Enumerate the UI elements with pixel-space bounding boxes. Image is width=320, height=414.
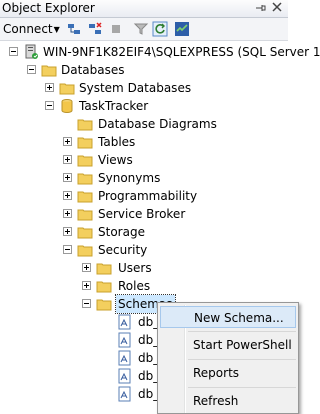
chevron-down-icon: ▼ xyxy=(53,25,60,34)
folder-icon xyxy=(77,206,93,222)
folder-icon xyxy=(77,188,93,204)
stop-icon[interactable] xyxy=(108,21,124,37)
expand-icon[interactable] xyxy=(63,209,72,218)
collapse-icon[interactable] xyxy=(82,299,91,308)
server-icon xyxy=(23,44,39,60)
tree-node-views[interactable]: Views xyxy=(0,151,288,169)
schema-icon xyxy=(117,368,133,384)
menu-separator xyxy=(188,359,296,360)
connect-dropdown-button[interactable]: Connect▼ xyxy=(3,22,60,36)
tree-node-schema[interactable]: db_ xyxy=(0,385,160,403)
menu-item-reports[interactable]: Reports xyxy=(160,362,296,384)
close-icon[interactable] xyxy=(270,2,284,14)
collapse-icon[interactable] xyxy=(27,65,36,74)
folder-icon xyxy=(77,134,93,150)
expand-icon[interactable] xyxy=(82,281,91,290)
folder-icon xyxy=(77,242,93,258)
tree-node-synonyms[interactable]: Synonyms xyxy=(0,169,288,187)
expand-icon[interactable] xyxy=(63,173,72,182)
disconnect-icon[interactable] xyxy=(87,21,103,37)
tree-node-databases[interactable]: Databases xyxy=(0,61,288,79)
menu-separator xyxy=(188,387,296,388)
tree-node-database[interactable]: TaskTracker xyxy=(0,97,288,115)
schema-icon xyxy=(117,386,133,402)
collapse-icon[interactable] xyxy=(45,101,54,110)
menu-item-new-schema[interactable]: New Schema... xyxy=(160,306,296,328)
storage-label: Storage xyxy=(98,225,145,239)
expand-icon[interactable] xyxy=(63,155,72,164)
pin-icon[interactable] xyxy=(253,2,267,14)
expand-icon[interactable] xyxy=(82,263,91,272)
database-label: TaskTracker xyxy=(79,99,149,113)
schema-icon xyxy=(117,314,133,330)
service-broker-label: Service Broker xyxy=(98,207,186,221)
filter-icon[interactable] xyxy=(133,21,149,37)
connect-object-explorer-icon[interactable] xyxy=(66,21,82,37)
menu-item-start-powershell[interactable]: Start PowerShell xyxy=(160,334,296,356)
menu-item-refresh[interactable]: Refresh xyxy=(160,390,296,412)
tree-node-schema[interactable]: db_ xyxy=(0,367,160,385)
roles-label: Roles xyxy=(118,279,151,293)
object-explorer-toolbar: Connect▼ xyxy=(0,18,288,41)
folder-icon xyxy=(96,296,112,312)
folder-icon xyxy=(41,62,57,78)
folder-icon xyxy=(77,152,93,168)
collapse-icon[interactable] xyxy=(9,47,18,56)
tree-node-system-databases[interactable]: System Databases xyxy=(0,79,288,97)
tree-node-server[interactable]: WIN-9NF1K82EIF4\SQLEXPRESS (SQL Server 1… xyxy=(0,43,320,61)
expand-icon[interactable] xyxy=(63,137,72,146)
expand-icon[interactable] xyxy=(45,83,54,92)
folder-icon xyxy=(77,116,93,132)
expand-icon[interactable] xyxy=(63,191,72,200)
tree-node-schema[interactable]: db_ xyxy=(0,313,160,331)
tree-node-tables[interactable]: Tables xyxy=(0,133,288,151)
collapse-icon[interactable] xyxy=(63,245,72,254)
schema-icon xyxy=(117,332,133,348)
folder-icon xyxy=(59,80,75,96)
tables-label: Tables xyxy=(98,135,136,149)
activity-monitor-icon[interactable] xyxy=(174,21,190,37)
programmability-label: Programmability xyxy=(98,189,198,203)
database-icon xyxy=(59,98,75,114)
menu-separator xyxy=(188,331,296,332)
expand-icon[interactable] xyxy=(63,227,72,236)
diagrams-label: Database Diagrams xyxy=(98,117,217,131)
object-explorer-titlebar: Object Explorer xyxy=(0,0,288,18)
security-label: Security xyxy=(98,243,148,257)
connect-label: Connect xyxy=(3,22,53,36)
tree-node-programmability[interactable]: Programmability xyxy=(0,187,288,205)
tree-node-database-diagrams[interactable]: Database Diagrams xyxy=(0,115,288,133)
tree-node-schema[interactable]: db_ xyxy=(0,349,160,367)
databases-label: Databases xyxy=(61,63,125,77)
window-title: Object Explorer xyxy=(2,1,95,15)
context-menu: New Schema... Start PowerShell Reports R… xyxy=(157,302,299,414)
folder-icon xyxy=(96,260,112,276)
tree-node-storage[interactable]: Storage xyxy=(0,223,288,241)
folder-icon xyxy=(96,278,112,294)
schema-icon xyxy=(117,350,133,366)
server-label: WIN-9NF1K82EIF4\SQLEXPRESS (SQL Server 1… xyxy=(43,45,320,59)
system-databases-label: System Databases xyxy=(79,81,192,95)
users-label: Users xyxy=(118,261,152,275)
folder-icon xyxy=(77,224,93,240)
tree-node-schema[interactable]: db_ xyxy=(0,331,160,349)
tree-node-users[interactable]: Users xyxy=(0,259,288,277)
views-label: Views xyxy=(98,153,133,167)
tree-node-roles[interactable]: Roles xyxy=(0,277,288,295)
refresh-icon[interactable] xyxy=(152,21,168,37)
tree-node-security[interactable]: Security xyxy=(0,241,288,259)
synonyms-label: Synonyms xyxy=(98,171,161,185)
tree-node-service-broker[interactable]: Service Broker xyxy=(0,205,288,223)
folder-icon xyxy=(77,170,93,186)
